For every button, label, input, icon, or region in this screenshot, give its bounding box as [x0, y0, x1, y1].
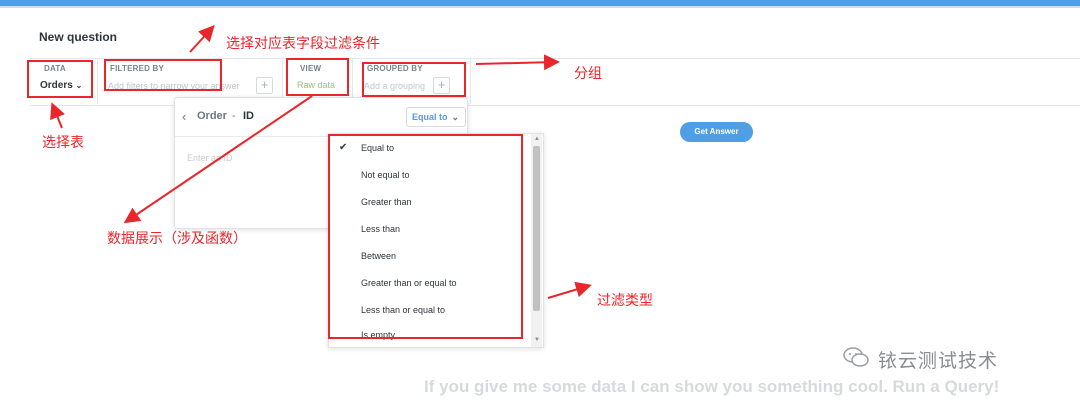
operator-select[interactable]: Equal to ⌄ [406, 107, 466, 127]
section-divider [97, 58, 98, 104]
popover-table-name: Order [197, 110, 227, 122]
annotation-select-filter: 选择对应表字段过滤条件 [226, 35, 380, 51]
annotation-box-operators [328, 134, 523, 339]
annotation-box-view [286, 58, 349, 96]
add-filter-button[interactable]: + [256, 77, 273, 94]
chevron-left-icon[interactable]: ‹ [182, 109, 186, 124]
section-divider [470, 58, 471, 104]
popover-field-name: ID [243, 110, 254, 122]
page-title: New question [39, 30, 118, 44]
wechat-icon [843, 347, 869, 367]
annotation-box-data [27, 60, 93, 98]
scroll-up-icon[interactable]: ▲ [534, 136, 540, 142]
scroll-down-icon[interactable]: ▼ [534, 337, 540, 343]
popover-separator: - [232, 110, 236, 122]
arrow-to-data [50, 102, 65, 129]
arrow-to-filter-type [547, 281, 592, 299]
empty-state-message: If you give me some data I can show you … [424, 377, 1000, 396]
operator-selected-value: Equal to [412, 112, 448, 122]
get-answer-button[interactable]: Get Answer [680, 122, 753, 142]
annotation-box-grouping [362, 62, 466, 97]
annotation-grouping: 分组 [574, 65, 602, 81]
scrollbar-thumb[interactable] [533, 146, 540, 311]
annotation-data-display: 数据展示（涉及函数） [107, 230, 247, 246]
annotation-filter-type: 过滤类型 [597, 292, 653, 308]
popover-header: ‹ Order - ID Equal to ⌄ [175, 98, 467, 137]
top-bar-shadow [0, 6, 1080, 8]
chevron-down-icon: ⌄ [451, 112, 459, 122]
arrow-to-filter [189, 25, 215, 53]
id-value-input[interactable]: Enter an ID [187, 153, 233, 163]
annotation-box-filter [104, 59, 222, 91]
annotation-select-table: 选择表 [42, 134, 84, 150]
watermark-text: 铱云测试技术 [878, 351, 999, 372]
